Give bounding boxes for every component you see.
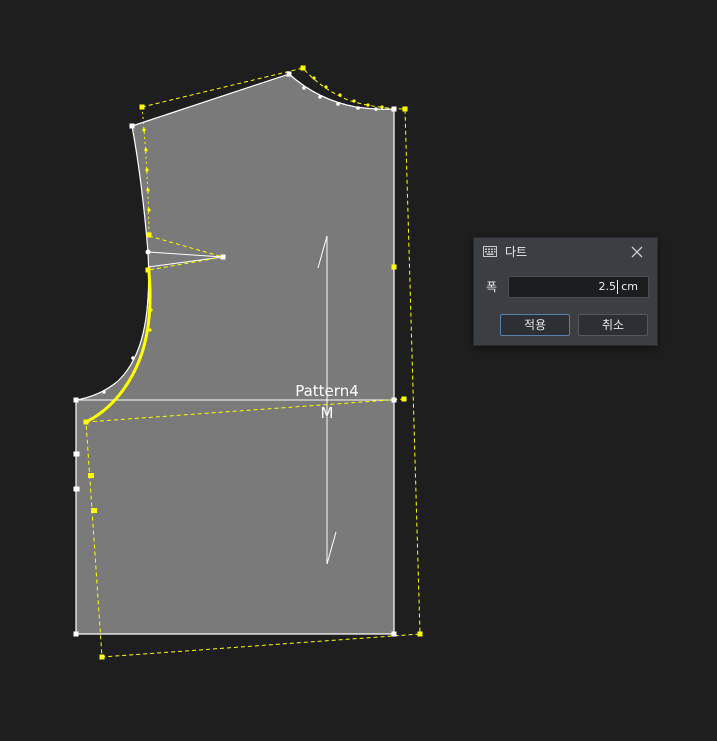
dialog-titlebar[interactable]: 다트 (474, 238, 657, 266)
pattern-size-label: M (321, 404, 334, 422)
dialog-title: 다트 (505, 245, 528, 259)
canvas-viewport[interactable]: Pattern4 M 다트 폭 2.5 cm 적용 취소 (0, 0, 717, 741)
pattern-canvas[interactable]: Pattern4 M (0, 0, 717, 741)
text-caret (617, 280, 618, 294)
apply-button[interactable]: 적용 (500, 314, 570, 336)
pattern-name-label: Pattern4 (295, 382, 359, 400)
cancel-button[interactable]: 취소 (578, 314, 648, 336)
pattern-piece[interactable] (75, 73, 395, 635)
width-unit-label: cm (621, 280, 638, 293)
width-field-label: 폭 (486, 280, 498, 294)
width-input-value: 2.5 (598, 280, 617, 293)
width-input[interactable]: 2.5 cm (508, 276, 649, 298)
close-icon[interactable] (629, 244, 645, 260)
keyboard-icon (483, 246, 497, 257)
dart-dialog[interactable]: 다트 폭 2.5 cm 적용 취소 (473, 237, 658, 346)
